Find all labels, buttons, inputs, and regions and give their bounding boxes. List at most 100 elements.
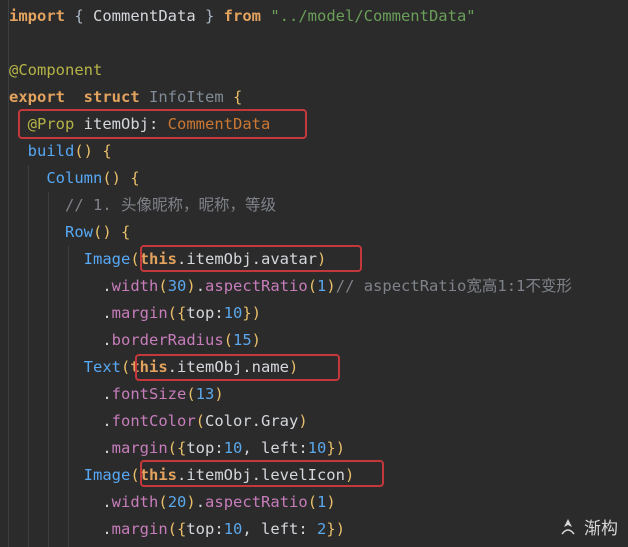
code-line[interactable]: .borderRadius(15) <box>9 327 261 354</box>
code-token: 15 <box>233 331 252 349</box>
code-token: ( <box>130 250 140 268</box>
code-token: () { <box>102 169 140 187</box>
code-token: @Component <box>9 61 103 79</box>
code-token: 1 <box>317 493 327 511</box>
watermark-text: 渐构 <box>584 519 618 539</box>
code-token: import <box>9 7 65 25</box>
code-token: ) <box>288 358 299 376</box>
code-line[interactable]: .fontColor(Color.Gray) <box>9 408 308 435</box>
watermark-logo-icon <box>558 517 578 537</box>
code-token: Color.Gray <box>205 412 299 430</box>
code-line[interactable]: .margin({top:10, left:10}) <box>9 435 345 462</box>
code-token: ({ <box>167 304 187 322</box>
code-token: . <box>195 277 206 295</box>
code-token: build <box>27 142 75 160</box>
code-token: . <box>102 331 112 349</box>
code-token: , <box>242 439 262 457</box>
code-token: ( <box>130 466 140 484</box>
code-token: borderRadius <box>111 331 224 349</box>
code-line[interactable]: Row() { <box>9 219 130 246</box>
code-line[interactable]: Text(this.itemObj.name) <box>9 354 299 381</box>
code-token: 1 <box>317 277 327 295</box>
code-token: this <box>139 466 177 484</box>
code-token: aspectRatio <box>205 493 308 511</box>
code-token: . <box>195 493 206 511</box>
code-token: ) <box>316 250 327 268</box>
code-token: left <box>261 520 299 538</box>
code-token: margin <box>111 520 168 538</box>
code-line[interactable]: .fontSize(13) <box>9 381 224 408</box>
code-token: () { <box>74 142 112 160</box>
code-token: fontColor <box>111 412 196 430</box>
code-token: // 1. 头像昵称，昵称，等级 <box>65 196 276 214</box>
code-line[interactable]: @Prop itemObj: CommentData <box>9 111 271 138</box>
code-line[interactable]: .width(30).aspectRatio(1)// aspectRatio宽… <box>9 273 572 300</box>
code-token: .itemObj.name <box>167 358 289 376</box>
code-line[interactable]: Image(this.itemObj.levelIcon) <box>9 462 355 489</box>
code-token: ( <box>186 385 196 403</box>
code-token: ) <box>326 277 336 295</box>
code-token: } <box>195 7 224 25</box>
code-token: : <box>214 439 224 457</box>
code-token: ) <box>186 277 196 295</box>
code-token: Text <box>83 358 121 376</box>
code-token: CommentData <box>93 7 196 25</box>
code-token: .itemObj.avatar <box>177 250 317 268</box>
code-token: ( <box>195 412 206 430</box>
code-token: itemObj: <box>74 115 168 133</box>
code-token: ({ <box>167 520 187 538</box>
code-token: . <box>102 385 112 403</box>
code-token: 30 <box>167 277 187 295</box>
code-line[interactable]: .width(20).aspectRatio(1) <box>9 489 335 516</box>
code-token: .itemObj.levelIcon <box>177 466 345 484</box>
code-line[interactable]: // 1. 头像昵称，昵称，等级 <box>9 192 276 219</box>
code-line[interactable]: build() { <box>9 138 112 165</box>
code-token: ( <box>223 331 233 349</box>
code-token: ) <box>298 412 308 430</box>
code-token: 13 <box>195 385 215 403</box>
code-line[interactable]: Column() { <box>9 165 140 192</box>
code-line[interactable]: .margin({top:10}) <box>9 300 261 327</box>
code-token: this <box>130 358 168 376</box>
code-token: InfoItem <box>149 88 224 106</box>
code-token: CommentData <box>167 115 271 133</box>
code-editor[interactable]: import { CommentData } from "../model/Co… <box>0 0 628 547</box>
code-line[interactable]: export struct InfoItem { <box>9 84 242 111</box>
code-token: . <box>102 493 112 511</box>
code-token: ( <box>307 277 318 295</box>
code-token: top <box>186 439 215 457</box>
code-token: ) <box>214 385 224 403</box>
code-token: ({ <box>167 439 187 457</box>
code-token: ( <box>120 358 131 376</box>
code-token: ( <box>158 277 168 295</box>
code-token: top <box>186 520 215 538</box>
code-token: () { <box>93 223 131 241</box>
code-token: : <box>298 439 308 457</box>
code-token: from <box>223 7 261 25</box>
code-token: 20 <box>167 493 187 511</box>
code-token: ( <box>307 493 318 511</box>
code-token: { <box>65 7 93 25</box>
code-line[interactable]: @Component <box>9 57 102 84</box>
code-token: . <box>102 412 112 430</box>
code-line[interactable]: Image(this.itemObj.avatar) <box>9 246 327 273</box>
code-token: ( <box>158 493 168 511</box>
code-token: width <box>111 277 159 295</box>
code-token: . <box>102 277 112 295</box>
code-token: 10 <box>223 439 243 457</box>
code-line[interactable]: import { CommentData } from "../model/Co… <box>9 3 476 30</box>
code-line[interactable]: .margin({top:10, left: 2}) <box>9 516 345 543</box>
